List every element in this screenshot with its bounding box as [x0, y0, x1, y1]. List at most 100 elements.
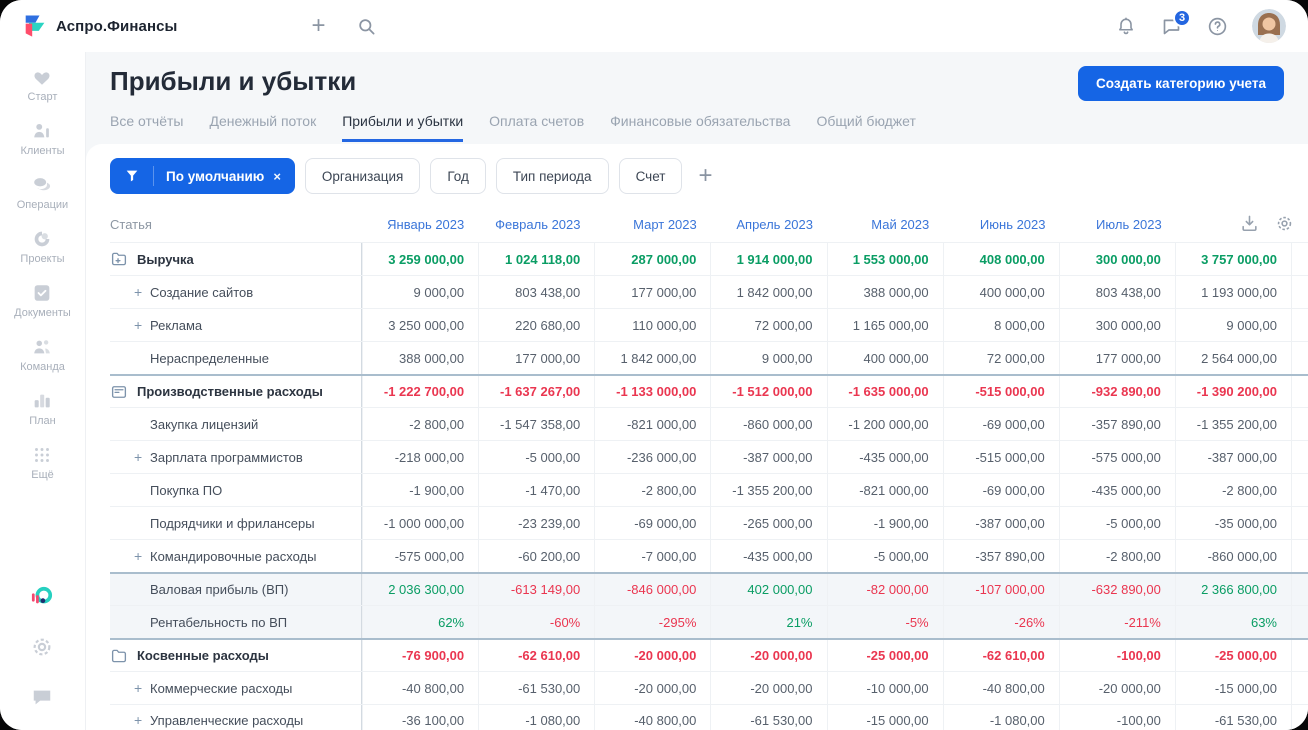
- cell-value: -1 355 200,00: [710, 474, 826, 506]
- cell-value: -5 000,00: [1058, 507, 1175, 539]
- cell-value: 803 438,00: [478, 276, 594, 308]
- bell-icon[interactable]: [1115, 15, 1137, 37]
- filter-chip-default[interactable]: По умолчанию ×: [110, 158, 295, 194]
- cell-value: 8 000,00: [942, 309, 1059, 341]
- cell-value: -1 635 000,00: [826, 376, 943, 407]
- table-row[interactable]: + Зарплата программистов -218 000,00 -5 000…: [110, 440, 1308, 473]
- sidebar-item-plan[interactable]: План: [29, 390, 56, 427]
- cell-value: 1 193 000,00: [1174, 276, 1291, 308]
- expand-plus-icon[interactable]: +: [134, 449, 150, 465]
- create-category-button[interactable]: Создать категорию учета: [1078, 66, 1284, 101]
- close-icon[interactable]: ×: [273, 169, 281, 184]
- table-row[interactable]: + Реклама 3 250 000,00 220 680,00 110 000,00…: [110, 308, 1308, 341]
- sidebar-item-documents[interactable]: Документы: [14, 282, 71, 319]
- expand-plus-icon[interactable]: +: [134, 284, 150, 300]
- sidebar-item-projects[interactable]: Проекты: [20, 228, 65, 265]
- table-row[interactable]: Рентабельность по ВП 62% -60% -295% 21% -5% -2…: [110, 605, 1308, 638]
- gear-icon[interactable]: [31, 636, 55, 660]
- folder-plus-icon[interactable]: [110, 250, 128, 268]
- tab-прибыли-и-убытки[interactable]: Прибыли и убытки: [342, 113, 464, 142]
- expand-plus-icon[interactable]: +: [134, 548, 150, 564]
- sidebar-item-team[interactable]: Команда: [20, 336, 65, 373]
- table-row[interactable]: Выручка 3 259 000,00 1 024 118,00 287 000,0…: [110, 242, 1308, 275]
- cell-value: 3 757 000,00: [1174, 243, 1291, 275]
- add-filter-icon[interactable]: +: [698, 164, 712, 188]
- table-row[interactable]: Подрядчики и фрилансеры -1 000 000,00 -23 …: [110, 506, 1308, 539]
- page-title: Прибыли и убытки: [110, 66, 357, 96]
- sidebar-item-clients[interactable]: Клиенты: [20, 120, 65, 157]
- cell-value: -60 200,00: [478, 540, 594, 572]
- expand-plus-icon[interactable]: +: [134, 317, 150, 333]
- help-icon[interactable]: [1206, 15, 1228, 37]
- sidebar-item-label: Проекты: [20, 253, 65, 265]
- row-label: Выручка: [110, 243, 362, 275]
- column-header-month[interactable]: Февраль 2023: [478, 217, 594, 232]
- folder-lines-icon[interactable]: [110, 383, 128, 401]
- sidebar-item-more[interactable]: Ещё: [31, 444, 54, 481]
- cell-value: -60%: [478, 606, 594, 638]
- cell-value: 62%: [362, 606, 478, 638]
- cell-value: -846 000,00: [594, 574, 710, 605]
- sidebar-item-label: Клиенты: [20, 145, 65, 157]
- cell-value: -1 080,00: [942, 705, 1059, 730]
- table-row[interactable]: Закупка лицензий -2 800,00 -1 547 358,00 -8…: [110, 407, 1308, 440]
- cell-value: -20 000,00: [594, 672, 710, 704]
- tab-общий-бюджет[interactable]: Общий бюджет: [816, 113, 915, 142]
- cell-value: -821 000,00: [594, 408, 710, 440]
- cell-value: -2 800,00: [362, 408, 478, 440]
- cell-value: -107 000,00: [942, 574, 1059, 605]
- chart-icon: [31, 390, 53, 412]
- app-logo-icon[interactable]: [31, 586, 55, 610]
- cell-value: -575 000,00: [362, 540, 478, 572]
- sidebar-item-operations[interactable]: Операции: [17, 174, 68, 211]
- sidebar-item-label: Команда: [20, 361, 65, 373]
- table-row[interactable]: + Создание сайтов 9 000,00 803 438,00 177 00…: [110, 275, 1308, 308]
- tab-оплата-счетов[interactable]: Оплата счетов: [489, 113, 584, 142]
- column-header-month[interactable]: Июль 2023: [1060, 217, 1176, 232]
- user-avatar[interactable]: [1252, 9, 1286, 43]
- filter-chip[interactable]: Год: [430, 158, 486, 194]
- search-icon[interactable]: [355, 15, 377, 37]
- messages-icon[interactable]: 3: [1161, 8, 1191, 37]
- cell-value: -1 512 000,00: [710, 376, 826, 407]
- filter-chip[interactable]: Организация: [304, 158, 421, 194]
- chat-bubble-icon[interactable]: [31, 686, 55, 710]
- filter-chip[interactable]: Счет: [618, 158, 683, 194]
- table-row[interactable]: Косвенные расходы -76 900,00 -62 610,00 -20…: [110, 638, 1308, 671]
- row-label: + Зарплата программистов: [110, 441, 362, 473]
- table-row[interactable]: Покупка ПО -1 900,00 -1 470,00 -2 800,00 -1 …: [110, 473, 1308, 506]
- table-row[interactable]: Нераспределенные 388 000,00 177 000,00 1 84…: [110, 341, 1308, 374]
- pnl-table: Статья Январь 2023 Февраль 2023 Март 2023 А…: [86, 206, 1308, 730]
- cell-value: -100,00: [1058, 640, 1175, 671]
- table-row[interactable]: Производственные расходы -1 222 700,00 -1 …: [110, 374, 1308, 407]
- cell-value: 220 680,00: [478, 309, 594, 341]
- folder-icon[interactable]: [110, 647, 128, 665]
- table-row[interactable]: + Управленческие расходы -36 100,00 -1 080,…: [110, 704, 1308, 730]
- expand-plus-icon[interactable]: +: [134, 680, 150, 696]
- top-bar: Аспро.Финансы + 3: [0, 0, 1308, 52]
- cell-value: -26%: [942, 606, 1059, 638]
- sidebar-item-start[interactable]: Старт: [28, 66, 57, 103]
- settings-icon[interactable]: [1275, 214, 1294, 233]
- column-header-month[interactable]: Июнь 2023: [943, 217, 1059, 232]
- row-label: Валовая прибыль (ВП): [110, 574, 362, 605]
- expand-plus-icon[interactable]: +: [134, 712, 150, 728]
- column-header-month[interactable]: Май 2023: [827, 217, 943, 232]
- add-icon[interactable]: +: [307, 14, 329, 38]
- column-header-month[interactable]: Март 2023: [595, 217, 711, 232]
- cell-value: 177 000,00: [1058, 342, 1175, 374]
- table-row[interactable]: + Коммерческие расходы -40 800,00 -61 530,0…: [110, 671, 1308, 704]
- tab-финансовые-обязательства[interactable]: Финансовые обязательства: [610, 113, 790, 142]
- cell-value: -40 800,00: [594, 705, 710, 730]
- table-row[interactable]: Валовая прибыль (ВП) 2 036 300,00 -613 149…: [110, 572, 1308, 605]
- download-icon[interactable]: [1240, 214, 1259, 233]
- cell-value: -2 800,00: [1058, 540, 1175, 572]
- column-header-month[interactable]: Январь 2023: [362, 217, 478, 232]
- tab-все-отчёты[interactable]: Все отчёты: [110, 113, 183, 142]
- filter-chip[interactable]: Тип периода: [495, 158, 609, 194]
- cell-value: -236 000,00: [594, 441, 710, 473]
- row-label: + Коммерческие расходы: [110, 672, 362, 704]
- tab-денежный-поток[interactable]: Денежный поток: [209, 113, 316, 142]
- table-row[interactable]: + Командировочные расходы -575 000,00 -60 2…: [110, 539, 1308, 572]
- column-header-month[interactable]: Апрель 2023: [711, 217, 827, 232]
